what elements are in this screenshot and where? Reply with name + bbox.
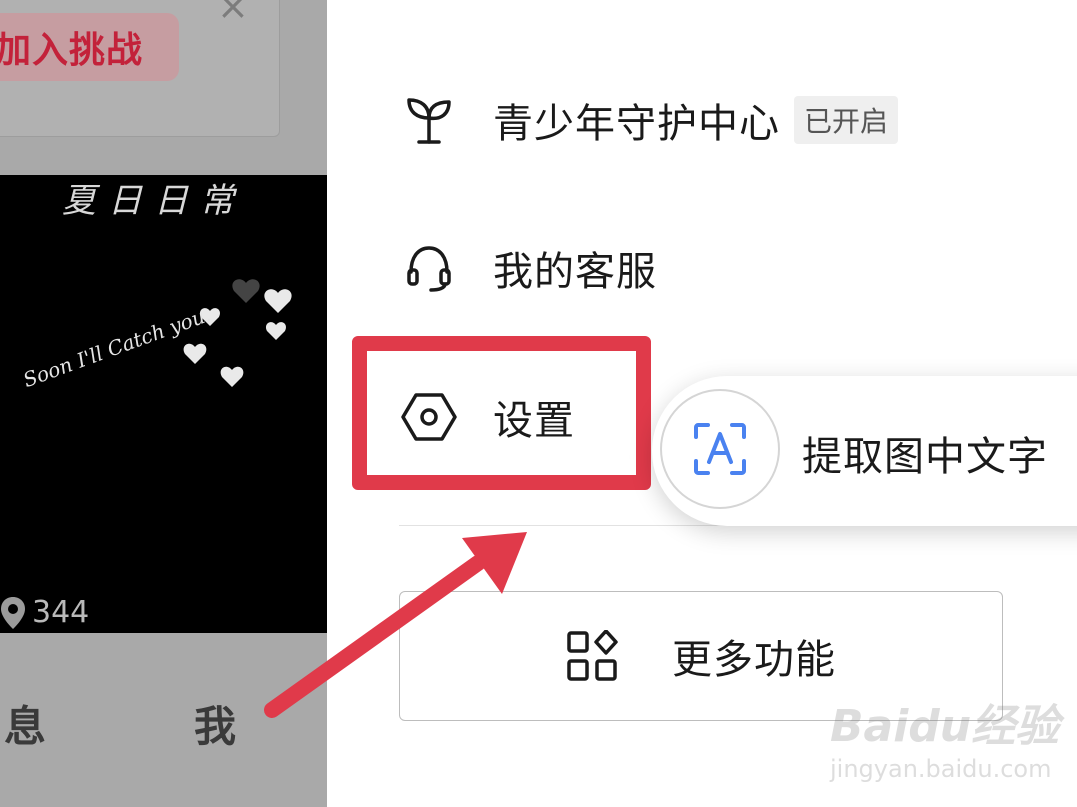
baidu-watermark: Baidu经验 (830, 701, 1060, 752)
text-recognition-icon (660, 389, 780, 509)
baidu-watermark-url: jingyan.baidu.com (830, 755, 1052, 783)
extract-text-label: 提取图中文字 (802, 434, 1048, 480)
extract-text-popup[interactable]: 提取图中文字 (652, 376, 1077, 526)
